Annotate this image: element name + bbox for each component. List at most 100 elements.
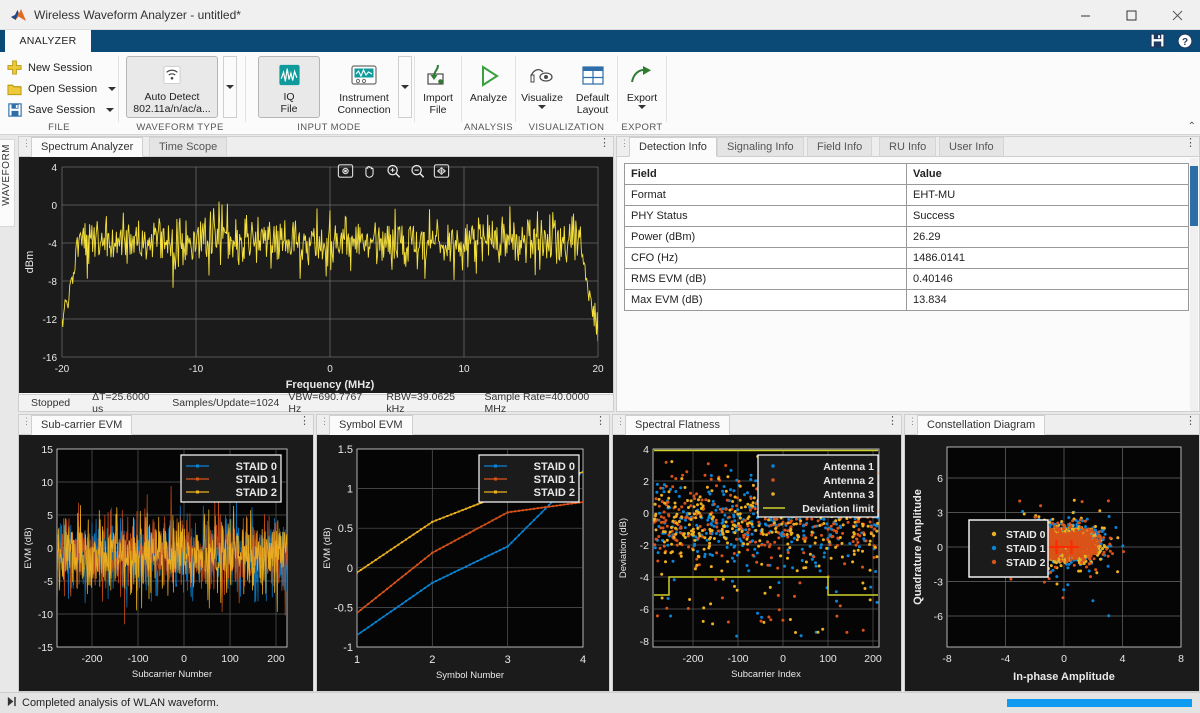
point-staid-0: [1094, 525, 1097, 528]
point-antenna-3: [838, 518, 841, 521]
pan-icon[interactable]: [361, 163, 378, 179]
point-staid-1: [1066, 583, 1069, 586]
point-antenna-3: [671, 550, 674, 553]
point-staid-2: [1073, 564, 1076, 567]
point-antenna-3: [734, 531, 737, 534]
subcarrier-evm-plot[interactable]: 15105 0-5-10-15 -200-1000 100200 Subcarr…: [19, 435, 313, 691]
point-antenna-3: [723, 524, 726, 527]
point-antenna-2: [729, 494, 732, 497]
restore-view-icon[interactable]: [337, 163, 354, 179]
minimize-button[interactable]: [1062, 0, 1108, 30]
instrument-connection-button[interactable]: Instrument Connection: [326, 56, 402, 116]
point-staid-1: [1084, 525, 1087, 528]
maximize-button[interactable]: [1108, 0, 1154, 30]
point-antenna-1: [750, 474, 753, 477]
point-antenna-2: [680, 505, 683, 508]
constellation-panel-options-icon[interactable]: ⋮: [1185, 418, 1193, 425]
table-row[interactable]: CFO (Hz) 1486.0141: [625, 248, 1189, 269]
close-button[interactable]: [1154, 0, 1200, 30]
tab-symbol-evm[interactable]: Symbol EVM: [329, 415, 413, 435]
auto-detect-button[interactable]: Auto Detect 802.11a/n/ac/a...: [126, 56, 218, 118]
waveform-type-dropdown[interactable]: [223, 56, 237, 118]
info-panel-options-icon[interactable]: ⋮: [1185, 140, 1193, 147]
tab-analyzer[interactable]: ANALYZER: [5, 30, 91, 52]
tab-time-scope[interactable]: Time Scope: [149, 137, 227, 157]
panel-grip-icon[interactable]: ⋮⋮: [22, 141, 27, 152]
chevron-down-icon[interactable]: [108, 87, 116, 91]
point-antenna-3: [688, 598, 691, 601]
tab-signaling-info[interactable]: Signaling Info: [717, 137, 804, 157]
panel-grip-icon[interactable]: ⋮⋮: [620, 141, 625, 152]
table-row[interactable]: PHY Status Success: [625, 206, 1189, 227]
point-antenna-2: [674, 477, 677, 480]
chevron-down-icon[interactable]: [638, 105, 646, 109]
visualize-button[interactable]: Visualize: [516, 56, 568, 109]
tab-ru-info[interactable]: RU Info: [879, 137, 936, 157]
zoom-in-icon[interactable]: [385, 163, 402, 179]
chevron-down-icon[interactable]: [538, 105, 546, 109]
point-staid-2: [1064, 536, 1067, 539]
panel-grip-icon[interactable]: ⋮⋮: [320, 419, 325, 430]
point-antenna-3: [720, 569, 723, 572]
table-row[interactable]: RMS EVM (dB) 0.40146: [625, 269, 1189, 290]
subcarrier-panel-options-icon[interactable]: ⋮: [299, 418, 307, 425]
point-antenna-3: [851, 560, 854, 563]
help-icon[interactable]: ?: [1174, 31, 1196, 50]
new-session-button[interactable]: New Session: [6, 57, 116, 78]
tab-detection-info[interactable]: Detection Info: [629, 137, 717, 157]
save-icon[interactable]: [1146, 31, 1168, 50]
zoom-out-icon[interactable]: [409, 163, 426, 179]
iq-file-button[interactable]: IQ File: [258, 56, 320, 118]
analyze-button[interactable]: Analyze: [462, 56, 515, 104]
input-mode-dropdown[interactable]: [398, 56, 412, 118]
spectral-flatness-plot[interactable]: 420 -2-4-6-8 -200-1000 100200 Subcarrier…: [613, 435, 901, 691]
chevron-down-icon[interactable]: [106, 108, 114, 112]
auto-detect-label-line2: 802.11a/n/ac/a...: [133, 103, 210, 115]
sidebar-tab-waveform[interactable]: WAVEFORM: [0, 139, 15, 227]
table-row[interactable]: Format EHT-MU: [625, 185, 1189, 206]
point-staid-1: [1108, 515, 1111, 518]
step-forward-icon[interactable]: [0, 696, 22, 710]
symbol-evm-plot[interactable]: 1.510.5 0-0.5-1 1234 Symbol Number EVM (…: [317, 435, 609, 691]
default-layout-button[interactable]: Default Layout: [568, 56, 617, 116]
panel-grip-icon[interactable]: ⋮⋮: [22, 419, 27, 430]
panel-grip-icon[interactable]: ⋮⋮: [908, 419, 913, 430]
save-session-button[interactable]: Save Session: [6, 99, 116, 120]
table-row[interactable]: Max EVM (dB) 13.834: [625, 290, 1189, 311]
point-staid-2: [1094, 568, 1097, 571]
point-antenna-3: [710, 565, 713, 568]
point-staid-2: [1107, 499, 1110, 502]
group-label-visualization: VISUALIZATION: [516, 122, 617, 133]
import-file-button[interactable]: Import File: [415, 56, 461, 116]
tab-spectrum-analyzer[interactable]: Spectrum Analyzer: [31, 137, 143, 157]
point-staid-2: [1080, 561, 1083, 564]
table-row[interactable]: Power (dBm) 26.29: [625, 227, 1189, 248]
tab-field-info[interactable]: Field Info: [807, 137, 872, 157]
open-session-button[interactable]: Open Session: [6, 78, 116, 99]
panel-grip-icon[interactable]: ⋮⋮: [616, 419, 621, 430]
tab-subcarrier-evm[interactable]: Sub-carrier EVM: [31, 415, 132, 435]
tab-spectral-flatness[interactable]: Spectral Flatness: [625, 415, 730, 435]
spectrum-analyzer-plot[interactable]: 40-4 -8-12-16 -20-100 1020 Frequency (MH…: [19, 157, 613, 393]
constellation-diagram-panel: ⋮⋮ Constellation Diagram ⋮: [904, 414, 1200, 692]
point-antenna-1: [747, 569, 750, 572]
tab-user-info[interactable]: User Info: [939, 137, 1004, 157]
point-antenna-3: [736, 513, 739, 516]
spectrum-panel-options-icon[interactable]: ⋮: [599, 140, 607, 147]
fit-view-icon[interactable]: [433, 163, 450, 179]
point-staid-2: [1057, 555, 1060, 558]
new-session-label: New Session: [28, 62, 92, 74]
point-antenna-3: [876, 522, 879, 525]
constellation-plot[interactable]: 630 -3-6 -8-40 48 In-phase Amplitude Qua…: [905, 435, 1199, 691]
point-antenna-2: [862, 629, 865, 632]
point-staid-0: [1101, 547, 1104, 550]
flatness-panel-options-icon[interactable]: ⋮: [887, 418, 895, 425]
point-antenna-1: [726, 525, 729, 528]
symbol-panel-options-icon[interactable]: ⋮: [595, 418, 603, 425]
collapse-ribbon-button[interactable]: ⌃: [1188, 121, 1196, 132]
info-panel-scrollbar[interactable]: [1190, 158, 1198, 411]
point-antenna-2: [735, 504, 738, 507]
export-button[interactable]: Export: [618, 56, 666, 109]
window-title: Wireless Waveform Analyzer - untitled*: [34, 8, 241, 22]
tab-constellation-diagram[interactable]: Constellation Diagram: [917, 415, 1045, 435]
